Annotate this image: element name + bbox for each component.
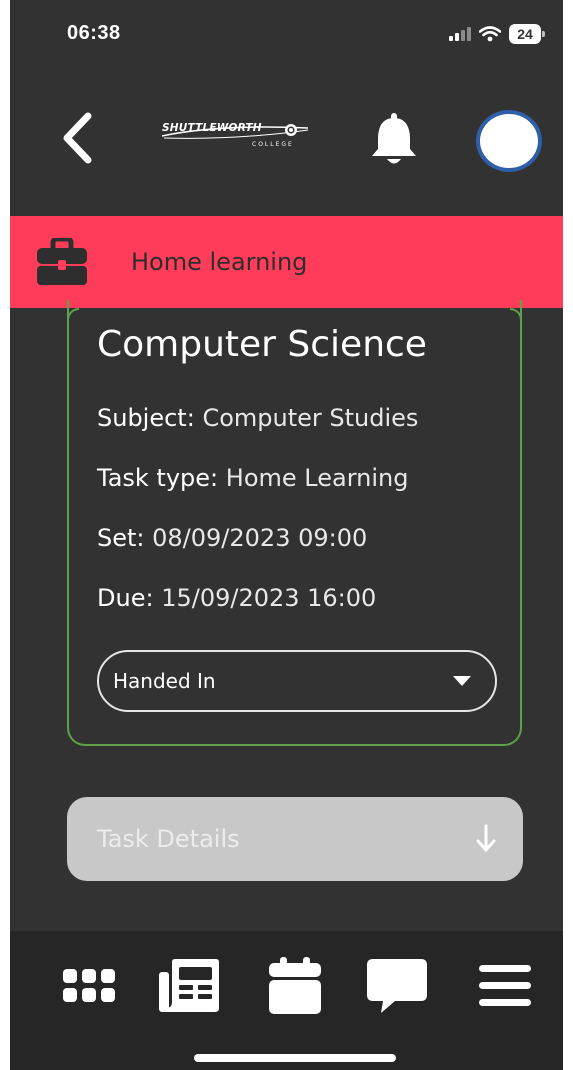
- task-type-row: Task type: Home Learning: [97, 464, 408, 492]
- nav-menu[interactable]: [468, 953, 542, 1019]
- task-type-value: Home Learning: [225, 464, 409, 492]
- status-indicators: 24: [449, 22, 545, 46]
- status-dropdown[interactable]: Handed In: [97, 650, 497, 712]
- briefcase-icon: [37, 238, 87, 285]
- nav-calendar[interactable]: [258, 953, 332, 1019]
- home-indicator: [194, 1054, 396, 1062]
- logo-subtitle: COLLEGE: [252, 141, 294, 148]
- avatar[interactable]: [476, 110, 542, 172]
- due-date-row: Due: 15/09/2023 16:00: [97, 584, 376, 612]
- notifications-button[interactable]: [362, 108, 426, 172]
- section-title: Home learning: [131, 248, 308, 276]
- college-logo: SHUTTLEWORTH COLLEGE: [161, 118, 318, 158]
- set-date-value: 08/09/2023 09:00: [152, 524, 368, 552]
- task-type-label: Task type:: [97, 464, 219, 492]
- section-banner: Home learning: [10, 216, 563, 308]
- battery-level: 24: [517, 26, 533, 42]
- task-title: Computer Science: [97, 324, 427, 365]
- status-dropdown-value: Handed In: [113, 669, 216, 693]
- hamburger-menu-icon: [479, 965, 531, 1006]
- chevron-left-icon: [63, 112, 92, 164]
- newspaper-icon: [159, 959, 219, 1012]
- app-screen: 06:38 24 SHUTTLEWORTH COLLEGE Home learn…: [10, 0, 563, 1070]
- set-date-row: Set: 08/09/2023 09:00: [97, 524, 367, 552]
- task-details-label: Task Details: [97, 825, 240, 853]
- due-date-value: 15/09/2023 16:00: [161, 584, 377, 612]
- battery-icon: 24: [509, 24, 545, 44]
- wifi-icon: [479, 26, 501, 42]
- task-details-button[interactable]: Task Details: [67, 797, 523, 881]
- grid-icon: [63, 969, 115, 1002]
- subject-value: Computer Studies: [202, 404, 419, 432]
- arrow-down-icon: [476, 824, 496, 852]
- subject-row: Subject: Computer Studies: [97, 404, 418, 432]
- cellular-signal-icon: [449, 27, 471, 41]
- calendar-icon: [269, 957, 321, 1014]
- nav-newsfeed[interactable]: [152, 953, 226, 1019]
- bottom-nav: [10, 931, 563, 1070]
- caret-down-icon: [453, 676, 471, 686]
- bell-icon: [372, 113, 416, 164]
- task-card: Computer Science Subject: Computer Studi…: [67, 300, 522, 746]
- nav-messages[interactable]: [360, 953, 434, 1019]
- back-button[interactable]: [52, 108, 102, 168]
- due-date-label: Due:: [97, 584, 154, 612]
- subject-label: Subject:: [97, 404, 195, 432]
- set-date-label: Set:: [97, 524, 145, 552]
- nav-dashboard[interactable]: [52, 953, 126, 1019]
- chat-icon: [367, 959, 427, 1013]
- status-time: 06:38: [67, 22, 121, 44]
- logo-name: SHUTTLEWORTH: [162, 122, 262, 134]
